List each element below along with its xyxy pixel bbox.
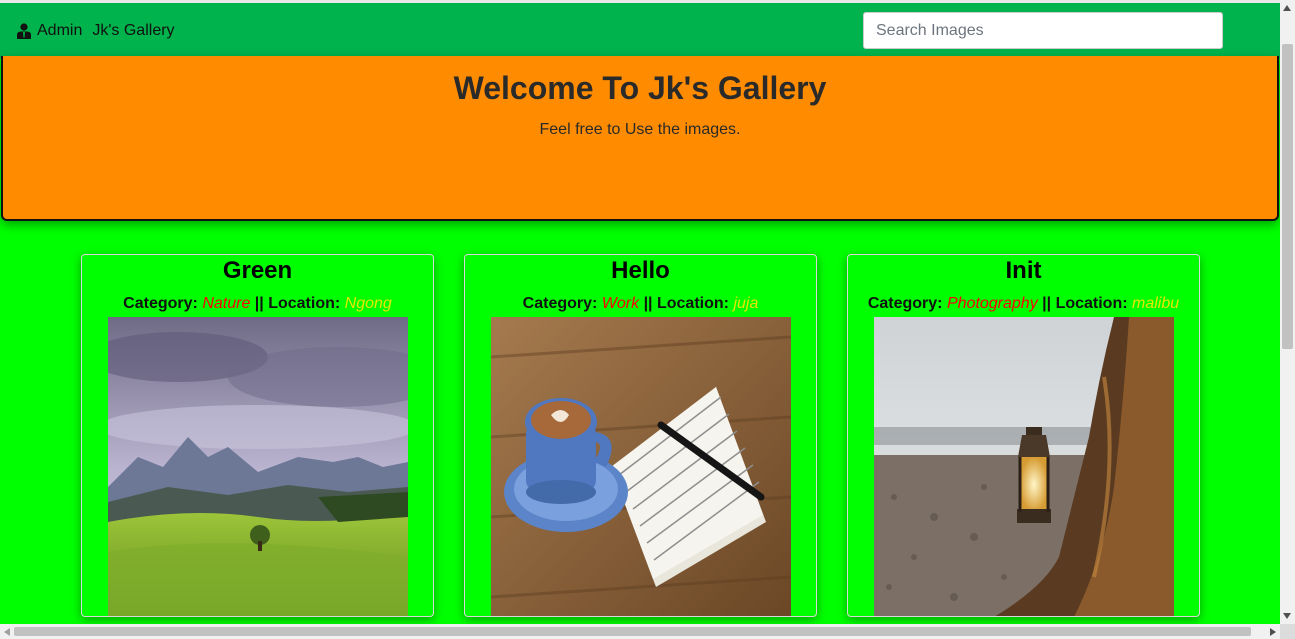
user-admin-icon — [17, 23, 31, 39]
card-meta: Category: Nature || Location: Ngong — [82, 295, 433, 313]
separator: || — [1042, 295, 1052, 312]
location-label: Location: — [1055, 295, 1128, 312]
scroll-left-arrow-icon[interactable] — [4, 628, 10, 636]
category-value: Nature — [202, 295, 251, 312]
brand-title[interactable]: Jk's Gallery — [92, 22, 174, 40]
scroll-right-arrow-icon[interactable] — [1270, 628, 1276, 636]
page-title: Welcome To Jk's Gallery — [453, 70, 827, 106]
scroll-down-arrow-icon[interactable] — [1283, 613, 1291, 619]
vertical-scroll-thumb[interactable] — [1282, 44, 1293, 349]
category-value: Photography — [946, 295, 1038, 312]
category-label: Category: — [867, 295, 943, 312]
separator: || — [643, 295, 653, 312]
category-value: Work — [601, 295, 640, 312]
scroll-up-arrow-icon[interactable] — [1283, 5, 1291, 11]
card-title: Hello — [611, 257, 670, 284]
coffee-notebook-image[interactable] — [490, 317, 791, 617]
image-card[interactable]: Init Category: Photography || Location: … — [847, 254, 1200, 617]
lantern-image[interactable] — [873, 317, 1174, 617]
location-value: juja — [733, 295, 759, 312]
image-card[interactable]: Hello Category: Work || Location: juja — [464, 254, 817, 617]
hero-banner: Welcome To Jk's Gallery Feel free to Use… — [1, 56, 1279, 221]
navbar: Admin Jk's Gallery — [0, 0, 1280, 59]
vertical-scrollbar[interactable] — [1280, 0, 1295, 624]
card-meta: Category: Work || Location: juja — [465, 295, 816, 313]
image-card[interactable]: Green Category: Nature || Location: Ngon… — [81, 254, 434, 617]
horizontal-scroll-thumb[interactable] — [14, 627, 1251, 636]
search-input[interactable] — [863, 12, 1223, 49]
category-label: Category: — [522, 295, 598, 312]
location-value: Ngong — [344, 295, 392, 312]
page-subtitle: Feel free to Use the images. — [539, 121, 741, 138]
navbar-brand[interactable]: Admin Jk's Gallery — [17, 22, 175, 40]
category-label: Category: — [123, 295, 198, 312]
location-value: malibu — [1132, 295, 1180, 312]
card-meta: Category: Photography || Location: malib… — [848, 295, 1199, 313]
card-title: Init — [1005, 257, 1042, 284]
horizontal-scrollbar[interactable] — [0, 624, 1280, 639]
location-label: Location: — [656, 295, 729, 312]
card-title: Green — [222, 257, 293, 284]
scrollbar-corner — [1280, 624, 1295, 639]
location-label: Location: — [268, 295, 341, 312]
landscape-image[interactable] — [107, 317, 408, 617]
admin-link[interactable]: Admin — [37, 22, 82, 40]
separator: || — [254, 295, 264, 312]
